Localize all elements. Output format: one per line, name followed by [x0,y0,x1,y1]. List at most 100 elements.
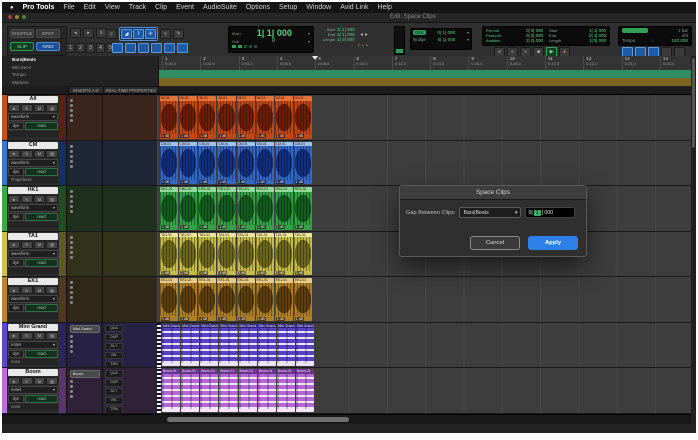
clip[interactable]: CM-011 dB [275,142,293,185]
clip[interactable]: All-011 dB [217,96,235,139]
edit-sel-value[interactable]: 1| 0| 000 [337,37,355,42]
clip[interactable]: TA1-011 dB [217,233,235,276]
track-extra-label[interactable] [8,268,58,274]
clip[interactable]: Boom-01 [219,369,237,412]
realtime-properties-column[interactable] [102,232,157,277]
clip-gain-badge[interactable]: 1 dB [257,317,266,321]
insert-slot-dot[interactable] [70,281,73,284]
pencil-small-icon[interactable]: / [358,43,359,49]
clip[interactable]: HK1-011 dB [275,187,293,230]
insert-slot-dot[interactable] [70,236,73,239]
clip[interactable]: HK1-011 dB [256,187,274,230]
clip[interactable]: All-011 dB [198,96,216,139]
insert-slot-dot[interactable] [70,350,73,353]
clip[interactable]: Mini Grand-01 [277,324,295,367]
clip-gain-badge[interactable]: 1 dB [218,225,227,229]
menu-avid-link[interactable]: Avid Link [340,4,368,11]
track-header[interactable]: EK1●SM▤waveform▾dynread [7,277,59,322]
midi-prop-vel[interactable]: VEL [105,352,123,359]
clip-gain-badge[interactable]: 1 dB [276,134,285,138]
clip[interactable]: All-011 dB [294,96,312,139]
menu-view[interactable]: View [105,4,120,11]
clip-gain-badge[interactable]: 1 dB [276,317,285,321]
clip[interactable]: CM-011 dB [179,142,197,185]
clip[interactable]: Boom-01 [296,369,314,412]
selector-tool-icon[interactable]: I [133,29,144,39]
clip[interactable]: TA1-011 dB [256,233,274,276]
midi-prop-vel[interactable]: VEL [105,397,123,404]
insert-slot-dot[interactable] [70,241,73,244]
insert-slot-dot[interactable] [70,150,73,153]
inserts-column[interactable] [66,141,102,186]
solo-button[interactable]: S [21,104,33,112]
sub-counter-caret-icon[interactable]: ▾ [308,39,310,44]
cancel-button[interactable]: Cancel [470,236,520,250]
track-name[interactable]: CM [8,142,58,149]
freeze-icon[interactable]: ▤ [46,241,58,249]
menu-window[interactable]: Window [306,4,331,11]
tempo-value[interactable]: 120.000 [671,38,688,43]
solo-button[interactable]: S [21,286,33,294]
trim-tool-icon[interactable]: ◢ [121,29,132,39]
mute-button[interactable]: M [34,150,46,158]
inserts-column[interactable] [66,232,102,277]
clip[interactable]: HK1-011 dB [160,187,178,230]
inserts-column[interactable] [66,95,102,140]
clip-gain-badge[interactable]: 1 dB [199,225,208,229]
tab-to-transient-icon[interactable] [112,43,123,53]
horizontal-scrollbar[interactable] [2,414,696,424]
insert-slot-dot[interactable] [70,335,73,338]
instrument-insert-badge[interactable]: Mini Grand [70,325,100,333]
clip-gain-badge[interactable]: 1 dB [199,180,208,184]
clip[interactable]: CM-011 dB [294,142,312,185]
menu-setup[interactable]: Setup [279,4,297,11]
mute-button[interactable]: M [34,377,46,385]
gap-format-dropdown[interactable]: Bars|Beats▾ [459,207,521,218]
track-extra-label[interactable] [8,313,58,319]
track-header[interactable]: HK1●SM▤waveform▾dynread [7,186,59,231]
clip[interactable]: TA1-011 dB [160,233,178,276]
mute-button[interactable]: M [34,104,46,112]
sub-counter-value[interactable]: 0 [272,38,275,44]
menu-audiosuite[interactable]: AudioSuite [203,4,237,11]
mute-button[interactable]: M [34,332,46,340]
clip[interactable]: Boom-01 [258,369,276,412]
apple-menu-icon[interactable]: ● [10,5,14,11]
menu-options[interactable]: Options [246,4,270,11]
clip-gain-badge[interactable]: 1 dB [238,271,247,275]
record-arm-icon[interactable]: ● [8,377,20,385]
automation-mode-selector[interactable]: read [25,168,58,176]
track-name[interactable]: TA1 [8,233,58,240]
insert-slot-dot[interactable] [70,114,73,117]
track-lane[interactable]: CM-011 dBCM-011 dBCM-011 dBCM-011 dBCM-0… [157,141,696,186]
clip[interactable]: Mini Grand-01 [200,324,218,367]
main-counter[interactable]: Main 1| 1| 000 ▾ Sub 0 ▾ [228,26,314,53]
clip-gain-badge[interactable]: 1 dB [161,180,170,184]
solo-button[interactable]: S [21,195,33,203]
realtime-properties-column[interactable] [102,186,157,231]
clip[interactable]: All-011 dB [179,96,197,139]
midi-prop-dly[interactable]: DLY [105,388,123,395]
insert-slot-dot[interactable] [70,109,73,112]
clip-gain-badge[interactable]: 1 dB [161,271,170,275]
tempo-note-icon[interactable]: ♩ [651,38,655,43]
insert-slot-dot[interactable] [70,291,73,294]
freeze-icon[interactable]: ▤ [46,332,58,340]
horizontal-scrollbar-thumb[interactable] [167,417,349,422]
clip[interactable]: EK1-011 dB [275,278,293,321]
ruler-name-markers[interactable]: Markers [12,80,158,85]
roll-label[interactable]: Audition [486,38,500,43]
zoomer-tool-icon[interactable]: ⌕ [106,29,117,39]
automation-mode-selector[interactable]: read [25,122,58,130]
menu-app-name[interactable]: Pro Tools [23,4,55,11]
bars-beats-ruler[interactable]: 10:00.020:02.030:04.040:06.050:08.060:10… [159,56,696,71]
clip-gain-badge[interactable]: 1 dB [295,225,304,229]
clip-gain-badge[interactable]: 1 dB [257,271,266,275]
ruler-area[interactable]: 10:00.020:02.030:04.040:06.050:08.060:10… [159,56,696,86]
insert-slot-dot[interactable] [70,286,73,289]
insertion-follows-icon[interactable] [151,43,162,53]
apply-button[interactable]: Apply [528,236,578,250]
clip-gain-badge[interactable]: 1 dB [218,271,227,275]
clip-gain-badge[interactable]: 1 dB [295,134,304,138]
track-header[interactable]: All●SM▤waveform▾dynread [7,95,59,140]
